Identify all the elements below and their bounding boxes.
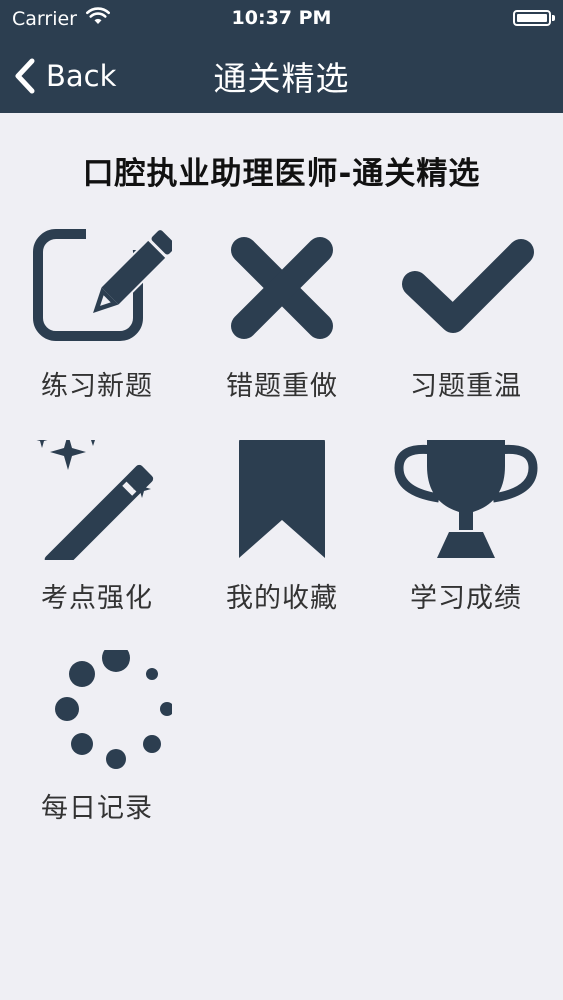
tile-favorites[interactable]: 我的收藏 [188, 440, 376, 640]
tile-key-points[interactable]: 考点强化 [3, 440, 191, 640]
loading-spinner-icon [55, 650, 172, 769]
navigation-bar: Carrier 10:37 PM Back 通关精选 [0, 0, 563, 113]
magic-wand-icon [36, 440, 154, 560]
edit-icon [33, 228, 172, 341]
bookmark-icon [239, 440, 325, 558]
status-time: 10:37 PM [231, 7, 332, 29]
tile-scores[interactable]: 学习成绩 [372, 440, 560, 640]
tile-daily-record[interactable]: 每日记录 [3, 650, 191, 850]
tile-practice-new[interactable]: 练习新题 [3, 228, 191, 428]
cross-icon [231, 237, 333, 339]
tile-redo-wrong[interactable]: 错题重做 [188, 228, 376, 428]
battery-icon [513, 10, 555, 26]
tile-label: 练习新题 [41, 371, 153, 402]
trophy-icon [394, 440, 538, 558]
tile-label: 学习成绩 [410, 583, 522, 614]
tile-label: 错题重做 [226, 371, 338, 402]
nav-title: 通关精选 [213, 59, 350, 98]
tile-label: 我的收藏 [226, 583, 338, 614]
tile-label: 每日记录 [41, 793, 153, 824]
tile-review[interactable]: 习题重温 [372, 228, 560, 428]
page-title: 口腔执业助理医师-通关精选 [82, 156, 481, 192]
tile-label: 考点强化 [41, 583, 153, 614]
status-bar: Carrier 10:37 PM [0, 0, 563, 38]
tile-label: 习题重温 [410, 371, 522, 402]
checkmark-icon [402, 239, 534, 333]
